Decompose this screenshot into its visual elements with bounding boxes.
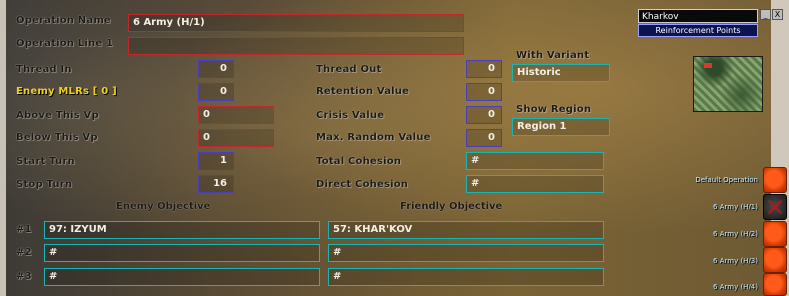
max-random-field[interactable]: 0 [466, 129, 502, 147]
stop-turn-label: Stop Turn [16, 179, 73, 190]
enemy-objective-1-field[interactable]: 97: IZYUM [44, 221, 320, 239]
show-region-label: Show Region [516, 104, 592, 115]
start-turn-label: Start Turn [16, 156, 75, 167]
stop-turn-field[interactable]: 16 [198, 175, 234, 193]
crisis-field[interactable]: 0 [466, 106, 502, 124]
op-label-h2: 6 Army (H/2) [713, 230, 758, 238]
operation-line-label: Operation Line 1 [16, 38, 114, 49]
friendly-objective-header: Friendly Objective [400, 201, 503, 212]
op-button-h2[interactable] [763, 221, 787, 247]
friendly-objective-2-field[interactable]: # [328, 244, 604, 262]
below-vp-field[interactable]: 0 [198, 129, 274, 147]
objective-row-3-label: #3 [16, 271, 32, 282]
objective-row-2-label: #2 [16, 247, 32, 258]
op-button-h4[interactable] [763, 273, 787, 296]
op-label-h3: 6 Army (H/3) [713, 257, 758, 265]
friendly-objective-3-field[interactable]: # [328, 268, 604, 286]
op-label-h1: 6 Army (H/1) [713, 203, 758, 211]
minimap-marker [704, 63, 712, 68]
op-button-default[interactable] [763, 167, 787, 193]
enemy-objective-3-field[interactable]: # [44, 268, 320, 286]
enemy-objective-header: Enemy Objective [116, 201, 211, 212]
op-button-h1-selected[interactable] [763, 194, 787, 220]
operation-line-field[interactable] [128, 37, 464, 55]
above-vp-field[interactable]: 0 [198, 106, 274, 124]
total-cohesion-label: Total Cohesion [316, 156, 402, 167]
total-cohesion-field[interactable]: # [466, 152, 604, 170]
show-region-select[interactable]: Region 1 [512, 118, 610, 136]
max-random-label: Max. Random Value [316, 132, 431, 143]
retention-field[interactable]: 0 [466, 83, 502, 101]
below-vp-label: Below This Vp [16, 132, 98, 143]
minimap[interactable] [693, 56, 763, 112]
direct-cohesion-field[interactable]: # [466, 175, 604, 193]
thread-out-label: Thread Out [316, 64, 382, 75]
direct-cohesion-label: Direct Cohesion [316, 179, 409, 190]
thread-in-label: Thread In [16, 64, 72, 75]
minimize-button[interactable]: _ [760, 9, 771, 20]
operation-name-label: Operation Name [16, 15, 111, 26]
enemy-objective-2-field[interactable]: # [44, 244, 320, 262]
op-label-default: Default Operation [695, 176, 758, 184]
with-variant-select[interactable]: Historic [512, 64, 610, 82]
left-border [0, 0, 6, 296]
reinforcement-points-button[interactable]: Reinforcement Points [638, 24, 758, 37]
above-vp-label: Above This Vp [16, 110, 99, 121]
objective-row-1-label: #1 [16, 224, 32, 235]
start-turn-field[interactable]: 1 [198, 152, 234, 170]
friendly-objective-1-field[interactable]: 57: KHAR'KOV [328, 221, 604, 239]
crisis-label: Crisis Value [316, 110, 385, 121]
op-button-h3[interactable] [763, 247, 787, 273]
thread-out-field[interactable]: 0 [466, 60, 502, 78]
retention-label: Retention Value [316, 86, 410, 97]
close-button[interactable]: X [772, 9, 783, 20]
operation-name-field[interactable]: 6 Army (H/1) [128, 14, 464, 32]
enemy-mlrs-label: Enemy MLRs [ 0 ] [16, 86, 117, 97]
op-label-h4: 6 Army (H/4) [713, 283, 758, 291]
enemy-mlrs-field[interactable]: 0 [198, 83, 234, 101]
with-variant-label: With Variant [516, 50, 590, 61]
location-name: Kharkov [638, 9, 758, 23]
thread-in-field[interactable]: 0 [198, 60, 234, 78]
